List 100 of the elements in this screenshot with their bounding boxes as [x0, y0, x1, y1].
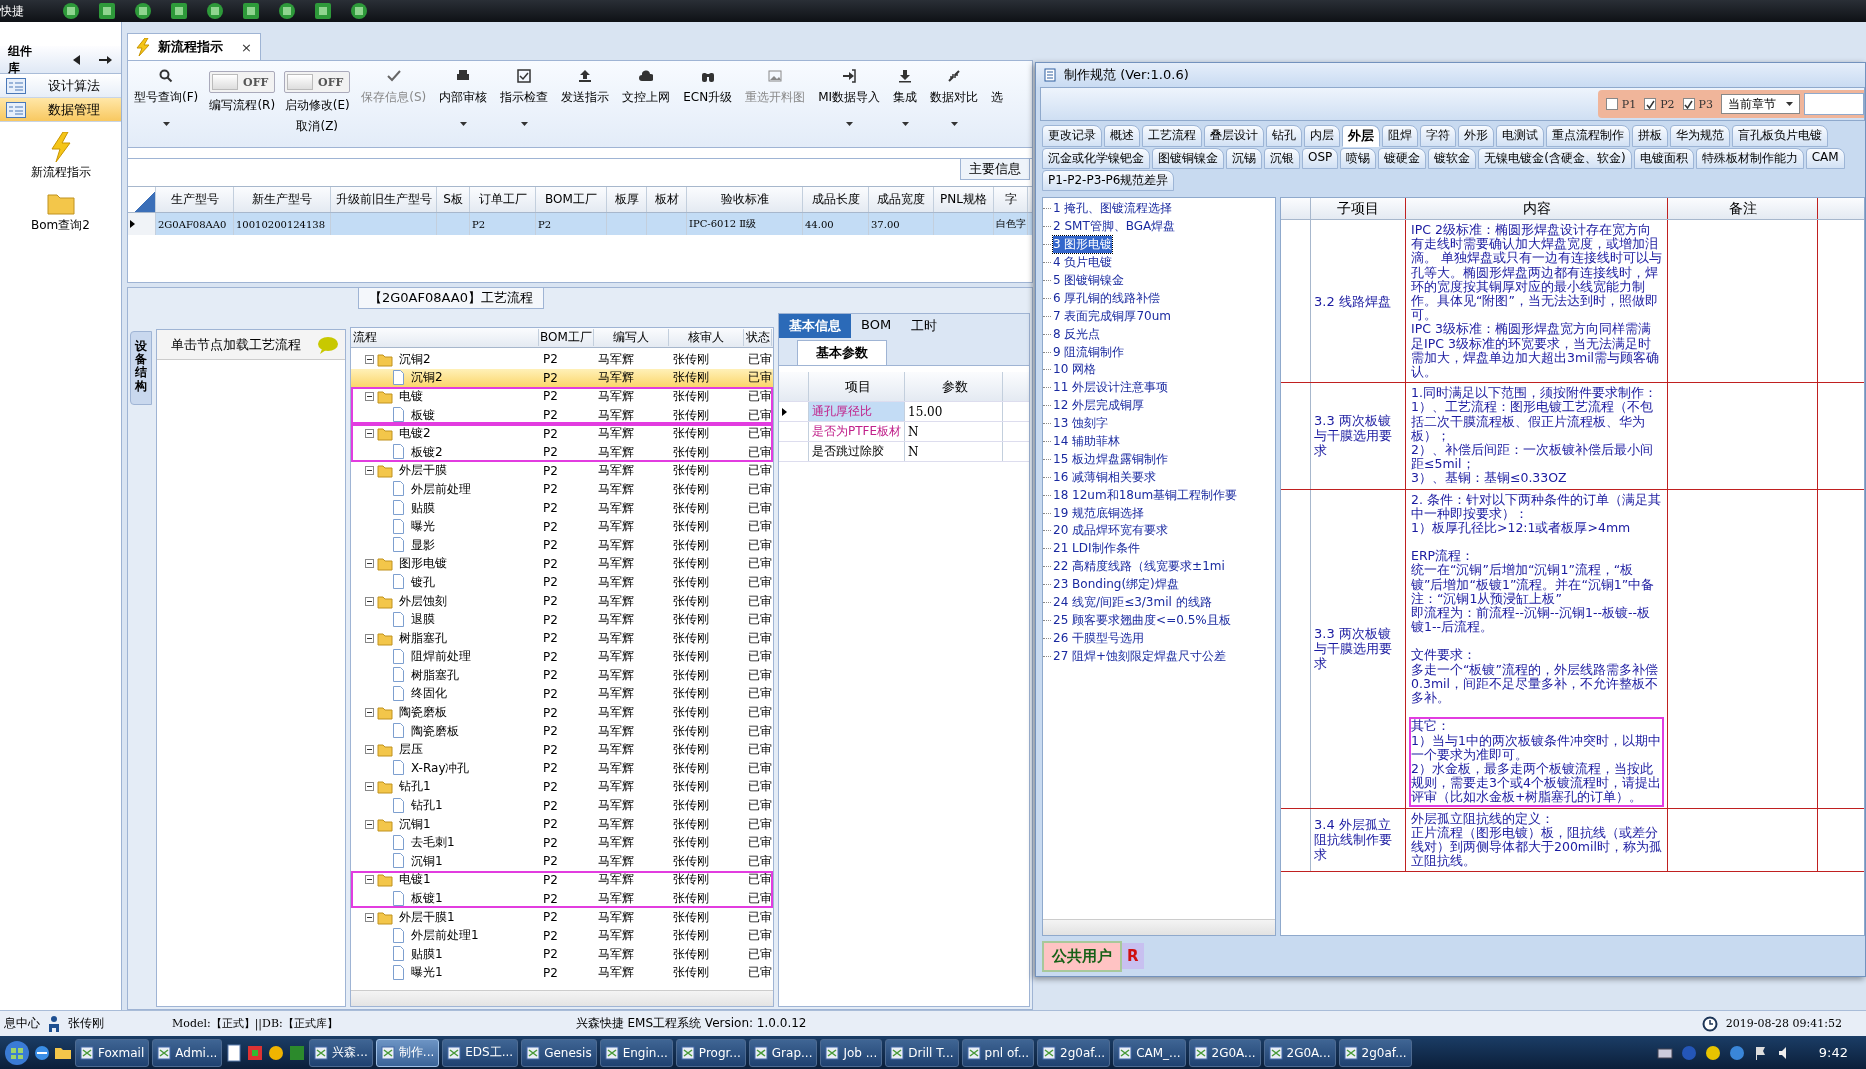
tree-row[interactable]: 贴膜 P2 马军辉 张传刚 已审: [351, 498, 773, 518]
tree-row[interactable]: 阻焊前处理 P2 马军辉 张传刚 已审: [351, 647, 773, 667]
taskbar-button[interactable]: Engin...: [599, 1038, 673, 1067]
column-header[interactable]: 验收标准: [687, 187, 803, 212]
tree-row[interactable]: 镀孔 P2 马军辉 张传刚 已审: [351, 573, 773, 592]
tab[interactable]: 盲孔板负片电镀: [1732, 125, 1828, 147]
tree-row[interactable]: 外层前处理 P2 马军辉 张传刚 已审: [351, 480, 773, 499]
toolbar-button[interactable]: 型号查询(F): [132, 67, 201, 141]
list-item[interactable]: 26 干膜型号选用: [1053, 629, 1145, 647]
shortcut-button[interactable]: 新流程指示: [0, 132, 121, 181]
list-item[interactable]: 1 掩孔、图镀流程选择: [1053, 200, 1173, 218]
list-item[interactable]: 24 线宽/间距≤3/3mil 的线路: [1053, 594, 1212, 612]
collapse-icon[interactable]: [365, 633, 374, 643]
caret-icon[interactable]: [520, 122, 528, 126]
toolbar-button[interactable]: 选: [989, 67, 1006, 141]
tab[interactable]: CAM: [1805, 148, 1845, 169]
taskbar-button[interactable]: Grap...: [748, 1038, 818, 1067]
list-item[interactable]: 23 Bonding(绑定)焊盘: [1053, 576, 1179, 594]
tree-row[interactable]: 树脂塞孔 P2 马军辉 张传刚 已审: [351, 628, 773, 648]
taskbar-button[interactable]: Progr...: [675, 1038, 746, 1067]
column-header[interactable]: S板: [437, 187, 470, 212]
collapse-icon[interactable]: [365, 559, 374, 569]
tree-row[interactable]: X-Ray冲孔 P2 马军辉 张传刚 已审: [351, 759, 773, 778]
collapse-icon[interactable]: [365, 392, 374, 401]
column-header[interactable]: 子项目: [1311, 198, 1406, 219]
tab[interactable]: OSP: [1302, 148, 1339, 169]
tree-row[interactable]: 电镀2 P2 马军辉 张传刚 已审: [351, 424, 773, 443]
document-icon[interactable]: [225, 1043, 244, 1062]
tab[interactable]: 基本参数: [797, 340, 887, 365]
list-item[interactable]: 15 板边焊盘露铜制作: [1053, 450, 1169, 468]
tree-row[interactable]: 外层蚀刻 P2 马军辉 张传刚 已审: [351, 591, 773, 611]
column-header[interactable]: 状态: [744, 329, 772, 346]
app-icon[interactable]: [246, 1043, 265, 1062]
table-row[interactable]: 是否跳过除胶 N: [779, 442, 1029, 462]
table-row[interactable]: 2G0AF08AA0 10010200124138 P2 P2 IPC-6012 Ⅱ级 44.00 37.00 白色字: [128, 213, 1032, 235]
toolbar-button[interactable]: 文控上网: [620, 67, 673, 141]
column-header[interactable]: 内容: [1406, 198, 1668, 219]
table-row[interactable]: 通孔厚径比 15.00: [779, 402, 1029, 422]
tree-row[interactable]: 曝光1 P2 马军辉 张传刚 已审: [351, 963, 773, 983]
caret-icon[interactable]: [162, 122, 170, 126]
section-tab[interactable]: 主要信息: [960, 159, 1030, 180]
tab[interactable]: 叠层设计: [1204, 125, 1264, 147]
tree-row[interactable]: 板镀2 P2 马军辉 张传刚 已审: [351, 442, 773, 462]
list-item[interactable]: 2 SMT管脚、BGA焊盘: [1053, 218, 1176, 236]
list-item[interactable]: 8 反光点: [1053, 325, 1101, 343]
tab[interactable]: 无镍电镀金(含硬金、软金): [1478, 148, 1632, 169]
checkbox[interactable]: [1682, 98, 1695, 110]
column-header[interactable]: 成品宽度: [869, 187, 934, 212]
collapse-icon[interactable]: [365, 429, 374, 439]
toolbar-button[interactable]: 内部审核: [437, 67, 490, 141]
taskbar-button[interactable]: Genesis: [521, 1038, 597, 1067]
taskbar-button[interactable]: EDS工...: [442, 1038, 519, 1067]
column-header[interactable]: PNL规格: [934, 187, 994, 212]
tab[interactable]: 沉银: [1264, 148, 1300, 169]
nav-item[interactable]: 设计算法: [0, 74, 121, 98]
column-header[interactable]: 新生产型号: [234, 187, 331, 212]
scrollbar[interactable]: [1043, 919, 1275, 935]
tree-row[interactable]: 沉铜2 P2 马军辉 张传刚 已审: [351, 350, 773, 369]
collapse-icon[interactable]: [365, 875, 374, 885]
collapse-icon[interactable]: [365, 782, 374, 792]
toggle-switch[interactable]: OFF: [209, 71, 276, 93]
list-item[interactable]: 25 顾客要求翘曲度<=0.5%且板: [1053, 611, 1231, 629]
caret-icon[interactable]: [845, 122, 853, 126]
tree-row[interactable]: 曝光 P2 马军辉 张传刚 已审: [351, 517, 773, 536]
tab[interactable]: 重点流程制作: [1546, 125, 1630, 147]
list-item[interactable]: 21 LDI制作条件: [1053, 540, 1140, 558]
list-item[interactable]: 4 负片电镀: [1053, 254, 1113, 272]
collapse-icon[interactable]: [365, 708, 374, 718]
list-item[interactable]: 12 外层完成铜厚: [1053, 397, 1145, 415]
tree-row[interactable]: 板镀1 P2 马军辉 张传刚 已审: [351, 889, 773, 908]
list-item[interactable]: 19 规范底铜选择: [1053, 504, 1145, 522]
tree-row[interactable]: 钻孔1 P2 马军辉 张传刚 已审: [351, 777, 773, 797]
taskbar-button[interactable]: 2G0A...: [1188, 1038, 1261, 1067]
taskbar-button[interactable]: CAM_...: [1113, 1038, 1186, 1067]
tab[interactable]: 外形: [1458, 125, 1494, 147]
tab[interactable]: 图镀铜镍金: [1152, 148, 1224, 169]
list-item[interactable]: 11 外层设计注意事项: [1053, 379, 1169, 397]
tab[interactable]: 钻孔: [1266, 125, 1302, 147]
taskbar-button[interactable]: 兴森...: [309, 1038, 373, 1067]
taskbar-button[interactable]: 2g0af...: [1338, 1038, 1412, 1067]
checkbox[interactable]: [1644, 98, 1657, 110]
tree-row[interactable]: 贴膜1 P2 马军辉 张传刚 已审: [351, 945, 773, 964]
tree-row[interactable]: 退膜 P2 马军辉 张传刚 已审: [351, 610, 773, 629]
tab[interactable]: 工时: [901, 314, 948, 338]
list-item[interactable]: 22 高精度线路（线宽要求±1mi: [1053, 558, 1225, 576]
tab[interactable]: 内层: [1304, 125, 1340, 147]
tab[interactable]: 电镀面积: [1633, 148, 1694, 169]
tab[interactable]: 镀硬金: [1378, 148, 1427, 169]
toolbar-button[interactable]: 发送指示: [559, 67, 612, 141]
tree-row[interactable]: 显影 P2 马军辉 张传刚 已审: [351, 535, 773, 555]
dropdown[interactable]: 当前章节: [1721, 94, 1800, 114]
column-header[interactable]: 备注: [1668, 198, 1818, 219]
column-header[interactable]: 升级前旧生产型号: [331, 187, 437, 212]
tree-row[interactable]: 图形电镀 P2 马军辉 张传刚 已审: [351, 554, 773, 574]
collapse-icon[interactable]: [73, 54, 81, 65]
list-item[interactable]: 3 图形电镀: [1053, 236, 1113, 254]
toolbar-button[interactable]: 集成: [891, 67, 920, 141]
collapse-icon[interactable]: [365, 819, 374, 829]
tab[interactable]: P1-P2-P3-P6规范差异: [1042, 170, 1175, 191]
column-header[interactable]: 字: [994, 187, 1028, 212]
